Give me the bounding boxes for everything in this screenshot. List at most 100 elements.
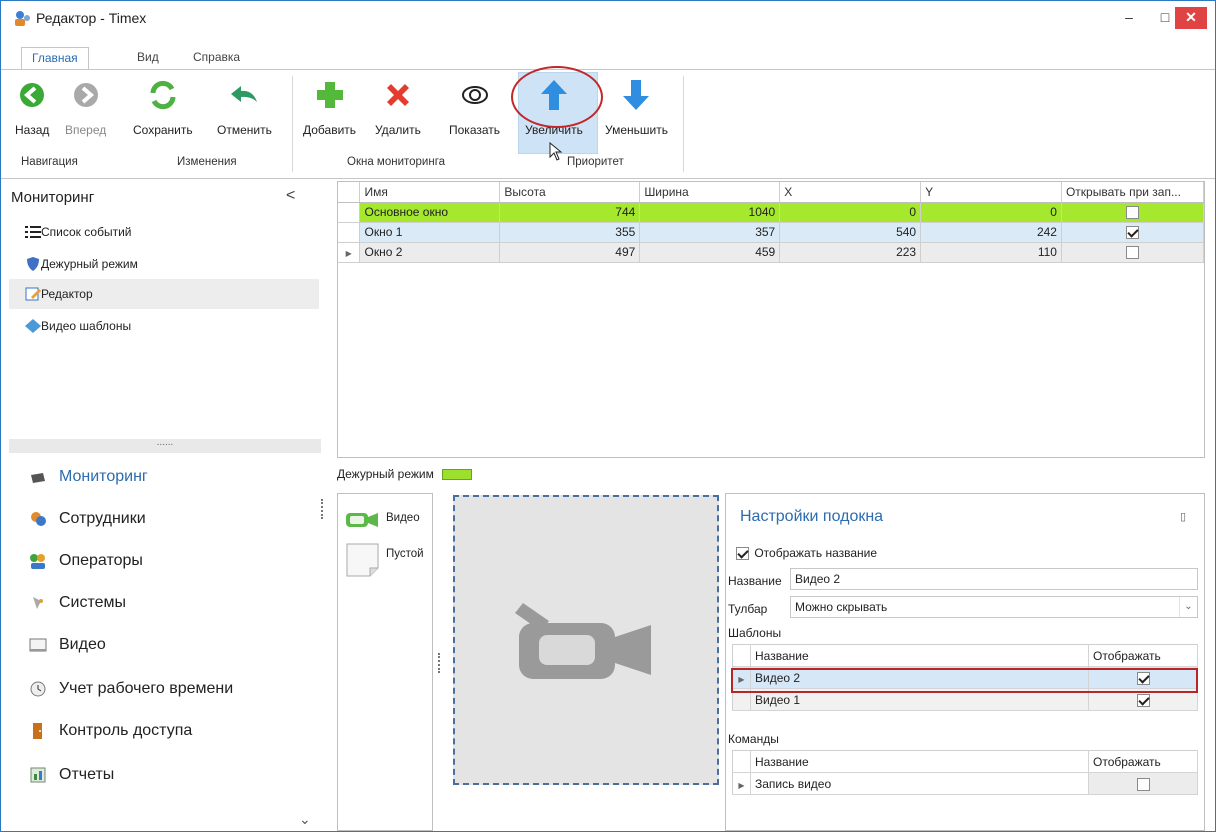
- section-time-tracking[interactable]: Учет рабочего времени: [9, 669, 319, 709]
- show-name-label: Отображать название: [754, 546, 878, 560]
- column-header[interactable]: Название: [750, 750, 1089, 773]
- cell-y: 0: [920, 202, 1062, 223]
- group-changes: Изменения: [177, 156, 237, 168]
- header-indicator: [732, 750, 751, 773]
- delete-label: Удалить: [375, 123, 421, 137]
- forward-button[interactable]: Вперед: [65, 78, 106, 137]
- cell-y: 242: [920, 222, 1062, 243]
- windows-grid[interactable]: Имя Высота Ширина X Y Открывать при зап.…: [337, 181, 1205, 458]
- settings-title: Настройки подокна: [740, 508, 884, 525]
- table-row[interactable]: ▶ Окно 2 497 459 223 110: [338, 242, 1205, 263]
- resize-grip[interactable]: [438, 653, 440, 673]
- sidebar-item-editor[interactable]: Редактор: [9, 279, 319, 309]
- monitor-icon: [31, 473, 45, 483]
- cell-open-on-start: [1061, 242, 1205, 263]
- table-row[interactable]: ▶ Запись видео: [732, 772, 1198, 795]
- column-header[interactable]: Y: [920, 182, 1062, 203]
- open-on-start-checkbox[interactable]: [1125, 246, 1139, 260]
- video-icon: [29, 638, 47, 652]
- cell-height: 497: [499, 242, 641, 263]
- cell-width: 1040: [639, 202, 781, 223]
- add-button[interactable]: Добавить: [303, 78, 356, 137]
- section-label: Операторы: [59, 552, 143, 569]
- chevron-down-icon[interactable]: ⌄: [1179, 597, 1197, 617]
- column-header[interactable]: Ширина: [639, 182, 781, 203]
- cell-y: 110: [920, 242, 1062, 263]
- toolbar-select[interactable]: Можно скрывать ⌄: [790, 596, 1198, 618]
- column-header[interactable]: Имя: [359, 182, 501, 203]
- close-button[interactable]: ✕: [1175, 7, 1207, 29]
- table-row[interactable]: Основное окно 744 1040 0 0: [338, 202, 1205, 223]
- layout-canvas[interactable]: [453, 495, 719, 785]
- sidebar-item-video-templates[interactable]: Видео шаблоны: [9, 311, 319, 341]
- show-name-checkbox[interactable]: [736, 547, 749, 561]
- save-button[interactable]: Сохранить: [133, 78, 193, 137]
- commands-label: Команды: [728, 732, 779, 746]
- delete-x-icon: [386, 84, 409, 106]
- templates-header: Название Отображать: [732, 644, 1198, 667]
- cell-x: 540: [779, 222, 922, 243]
- section-systems[interactable]: Системы: [9, 583, 319, 623]
- reports-icon: [30, 767, 46, 783]
- section-label: Сотрудники: [59, 510, 146, 527]
- sidebar-item-label: Видео шаблоны: [41, 319, 132, 333]
- section-access-control[interactable]: Контроль доступа: [9, 711, 319, 751]
- row-indicator: [338, 222, 361, 243]
- open-on-start-checkbox[interactable]: [1125, 226, 1139, 240]
- resize-grip[interactable]: [321, 499, 323, 519]
- column-header[interactable]: X: [779, 182, 922, 203]
- list-icon: [25, 226, 41, 238]
- panel-splitter[interactable]: ......: [9, 438, 321, 453]
- cell-x: 223: [779, 242, 922, 263]
- section-label: Учет рабочего времени: [59, 680, 234, 697]
- column-header[interactable]: Высота: [499, 182, 641, 203]
- duty-mode-legend: Дежурный режим: [337, 467, 472, 481]
- section-video[interactable]: Видео: [9, 625, 319, 665]
- column-header[interactable]: Отображать: [1088, 750, 1198, 773]
- door-icon: [33, 723, 42, 739]
- section-reports[interactable]: Отчеты: [9, 755, 319, 795]
- sidebar-title: Мониторинг: [11, 189, 95, 206]
- section-employees[interactable]: Сотрудники: [9, 499, 319, 539]
- current-row-icon: ▶: [345, 249, 352, 258]
- sidebar-item-event-list[interactable]: Список событий: [9, 217, 319, 247]
- ribbon: Назад Вперед Сохранить Отменить Добавить…: [1, 66, 1215, 179]
- column-header[interactable]: Отображать: [1088, 644, 1198, 667]
- sidebar-item-duty-mode[interactable]: Дежурный режим: [9, 249, 319, 279]
- toolbar-select-value: Можно скрывать: [795, 600, 888, 614]
- cancel-button[interactable]: Отменить: [217, 78, 272, 137]
- tab-help[interactable]: Справка: [183, 47, 250, 69]
- table-header: Имя Высота Ширина X Y Открывать при зап.…: [338, 182, 1205, 203]
- cell-open-on-start: [1061, 222, 1205, 243]
- column-header[interactable]: Открывать при зап...: [1061, 182, 1205, 203]
- show-checkbox[interactable]: [1136, 777, 1150, 791]
- section-label: Отчеты: [59, 766, 115, 783]
- decrease-button[interactable]: Уменьшить: [605, 78, 668, 137]
- tab-main[interactable]: Главная: [21, 47, 89, 70]
- open-on-start-checkbox[interactable]: [1125, 206, 1139, 220]
- show-name-option[interactable]: Отображать название: [736, 546, 878, 561]
- arrow-left-icon: [20, 83, 45, 107]
- edit-icon: [25, 287, 41, 301]
- table-row[interactable]: Окно 1 355 357 540 242: [338, 222, 1205, 243]
- chevron-down-icon[interactable]: ⌄: [299, 811, 311, 828]
- save-label: Сохранить: [133, 123, 193, 137]
- cell-name: Окно 1: [359, 222, 501, 243]
- column-header[interactable]: Название: [750, 644, 1089, 667]
- show-checkbox[interactable]: [1136, 693, 1150, 707]
- pin-icon[interactable]: ▯: [1180, 510, 1186, 523]
- title-bar: Редактор - Timex – □ ✕: [1, 1, 1215, 35]
- cell-x: 0: [779, 202, 922, 223]
- section-operators[interactable]: Операторы: [9, 541, 319, 581]
- section-monitoring[interactable]: Мониторинг: [9, 457, 319, 497]
- group-priority: Приоритет: [567, 156, 624, 168]
- app-logo-icon: [15, 11, 30, 26]
- cancel-label: Отменить: [217, 123, 272, 137]
- name-field[interactable]: Видео 2: [790, 568, 1198, 590]
- tab-view[interactable]: Вид: [127, 47, 169, 69]
- back-button[interactable]: Назад: [15, 78, 49, 137]
- delete-button[interactable]: Удалить: [375, 78, 421, 137]
- collapse-panel-button[interactable]: <: [286, 187, 295, 205]
- show-button[interactable]: Показать: [449, 78, 500, 137]
- minimize-button[interactable]: –: [1109, 3, 1149, 31]
